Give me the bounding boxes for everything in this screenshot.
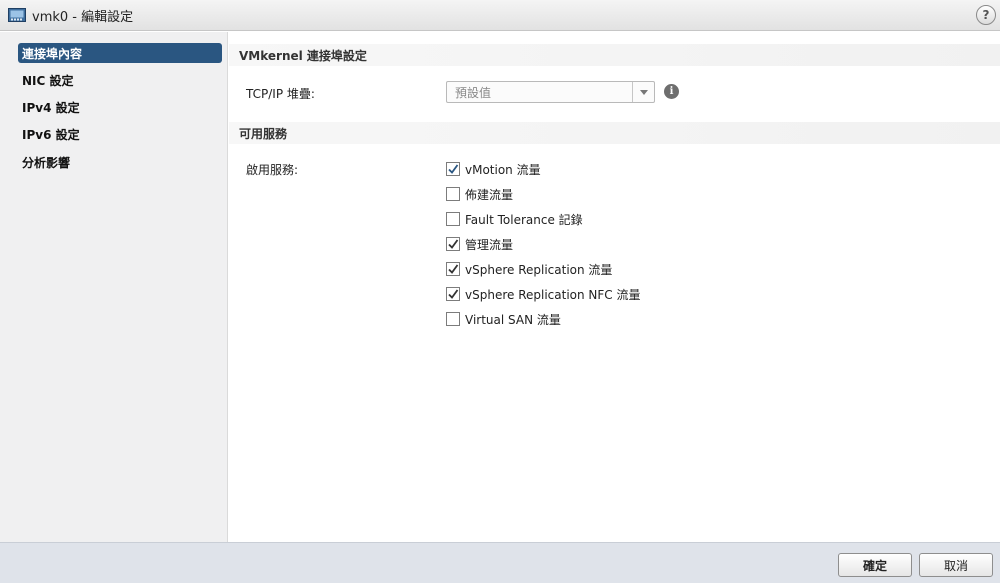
checkbox-fault-tolerance[interactable] [446,212,460,226]
window-title: vmk0 - 編輯設定 [32,9,134,25]
sidebar-nav: 連接埠內容 NIC 設定 IPv4 設定 IPv6 設定 分析影響 [0,32,228,542]
service-management[interactable]: 管理流量 [446,236,513,252]
sidebar-item-nic-settings[interactable]: NIC 設定 [18,70,222,90]
sidebar-item-label: 分析影響 [22,155,71,170]
checkbox-vsphere-replication-nfc[interactable] [446,287,460,301]
service-vsphere-replication[interactable]: vSphere Replication 流量 [446,261,612,277]
sidebar-item-label: IPv4 設定 [22,100,80,115]
settings-panel: VMkernel 連接埠設定 TCP/IP 堆疊: 預設值 i 可用服務 啟用服… [229,32,1000,542]
window-title-bar: vmk0 - 編輯設定 ? [0,0,1000,31]
section-header-services: 可用服務 [229,122,1000,144]
cancel-button[interactable]: 取消 [919,553,993,577]
sidebar-item-label: NIC 設定 [22,73,74,88]
sidebar-item-ipv4-settings[interactable]: IPv4 設定 [18,97,222,117]
service-label: Virtual SAN 流量 [465,312,561,327]
checkmark-icon [448,164,459,174]
service-label: 佈建流量 [465,187,514,202]
checkbox-management[interactable] [446,237,460,251]
service-provisioning[interactable]: 佈建流量 [446,186,513,202]
sidebar-item-port-properties[interactable]: 連接埠內容 [18,43,222,63]
checkbox-provisioning[interactable] [446,187,460,201]
section-header-vmkernel: VMkernel 連接埠設定 [229,44,1000,66]
network-adapter-icon [8,8,26,22]
sidebar-item-ipv6-settings[interactable]: IPv6 設定 [18,124,222,144]
service-label: vMotion 流量 [465,162,541,177]
chevron-down-icon[interactable] [632,82,654,102]
service-fault-tolerance[interactable]: Fault Tolerance 記錄 [446,211,583,227]
checkmark-icon [448,264,459,274]
service-label: 管理流量 [465,237,514,252]
enabled-services-label: 啟用服務: [246,163,299,177]
help-icon[interactable]: ? [976,5,996,25]
sidebar-item-label: 連接埠內容 [22,46,83,61]
checkbox-vmotion[interactable] [446,162,460,176]
info-icon[interactable]: i [664,84,679,99]
tcpip-stack-value: 預設值 [455,85,492,100]
sidebar-item-label: IPv6 設定 [22,127,80,142]
checkmark-icon [448,289,459,299]
checkbox-vsphere-replication[interactable] [446,262,460,276]
service-label: Fault Tolerance 記錄 [465,212,583,227]
checkmark-icon [448,239,459,249]
ok-button[interactable]: 確定 [838,553,912,577]
service-label: vSphere Replication NFC 流量 [465,287,641,302]
tcpip-stack-label: TCP/IP 堆疊: [246,87,315,101]
service-vsphere-replication-nfc[interactable]: vSphere Replication NFC 流量 [446,286,640,302]
dialog-footer: 確定 取消 [0,542,1000,583]
checkbox-virtual-san[interactable] [446,312,460,326]
service-vmotion[interactable]: vMotion 流量 [446,161,541,177]
sidebar-item-analyze-impact[interactable]: 分析影響 [18,152,222,172]
service-label: vSphere Replication 流量 [465,262,613,277]
service-virtual-san[interactable]: Virtual SAN 流量 [446,311,561,327]
tcpip-stack-select[interactable]: 預設值 [446,81,655,103]
